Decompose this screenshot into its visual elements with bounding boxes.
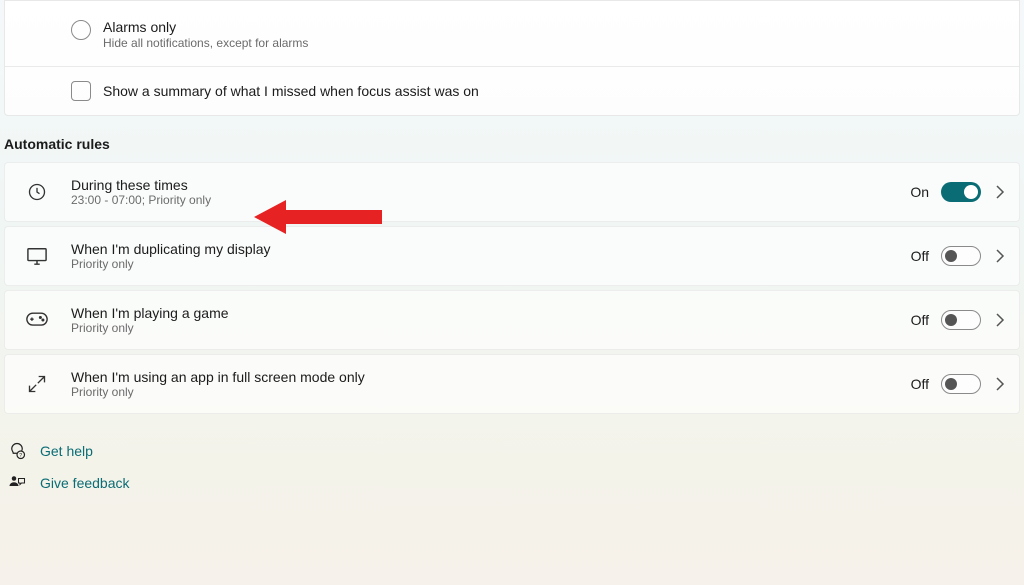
rule-during-times[interactable]: During these times 23:00 - 07:00; Priori… [4, 162, 1020, 222]
toggle-switch[interactable] [941, 182, 981, 202]
help-icon: ? [8, 442, 26, 460]
get-help-label: Get help [40, 443, 93, 459]
get-help-link[interactable]: ? Get help [8, 442, 1024, 460]
toggle-state-label: Off [911, 312, 929, 328]
toggle-switch[interactable] [941, 310, 981, 330]
footer-links: ? Get help Give feedback [8, 442, 1024, 492]
chevron-right-icon [995, 249, 1005, 263]
checkbox-icon [71, 81, 91, 101]
show-summary-label: Show a summary of what I missed when foc… [103, 83, 479, 99]
radio-icon [71, 20, 91, 40]
rule-playing-game[interactable]: When I'm playing a game Priority only Of… [4, 290, 1020, 350]
rule-title: When I'm using an app in full screen mod… [71, 369, 911, 385]
chevron-right-icon [995, 185, 1005, 199]
monitor-icon [25, 244, 49, 268]
rule-fullscreen-app[interactable]: When I'm using an app in full screen mod… [4, 354, 1020, 414]
expand-icon [25, 372, 49, 396]
alarms-only-subtitle: Hide all notifications, except for alarm… [103, 36, 308, 50]
give-feedback-link[interactable]: Give feedback [8, 474, 1024, 492]
give-feedback-label: Give feedback [40, 475, 130, 491]
rule-title: During these times [71, 177, 910, 193]
rule-duplicating-display[interactable]: When I'm duplicating my display Priority… [4, 226, 1020, 286]
toggle-switch[interactable] [941, 374, 981, 394]
rule-subtitle: Priority only [71, 385, 911, 399]
chevron-right-icon [995, 377, 1005, 391]
toggle-state-label: On [910, 184, 929, 200]
chevron-right-icon [995, 313, 1005, 327]
automatic-rules-heading: Automatic rules [4, 136, 1024, 152]
toggle-switch[interactable] [941, 246, 981, 266]
focus-assist-options-card: Alarms only Hide all notifications, exce… [4, 0, 1020, 116]
svg-text:?: ? [19, 453, 22, 459]
clock-icon [25, 180, 49, 204]
feedback-icon [8, 474, 26, 492]
alarms-only-title: Alarms only [103, 19, 308, 35]
rule-title: When I'm duplicating my display [71, 241, 911, 257]
rule-subtitle: Priority only [71, 257, 911, 271]
rule-title: When I'm playing a game [71, 305, 911, 321]
show-summary-option[interactable]: Show a summary of what I missed when foc… [5, 67, 1019, 115]
rule-subtitle: Priority only [71, 321, 911, 335]
rule-subtitle: 23:00 - 07:00; Priority only [71, 193, 910, 207]
toggle-state-label: Off [911, 248, 929, 264]
toggle-state-label: Off [911, 376, 929, 392]
alarms-only-option[interactable]: Alarms only Hide all notifications, exce… [5, 1, 1019, 66]
gamepad-icon [25, 308, 49, 332]
